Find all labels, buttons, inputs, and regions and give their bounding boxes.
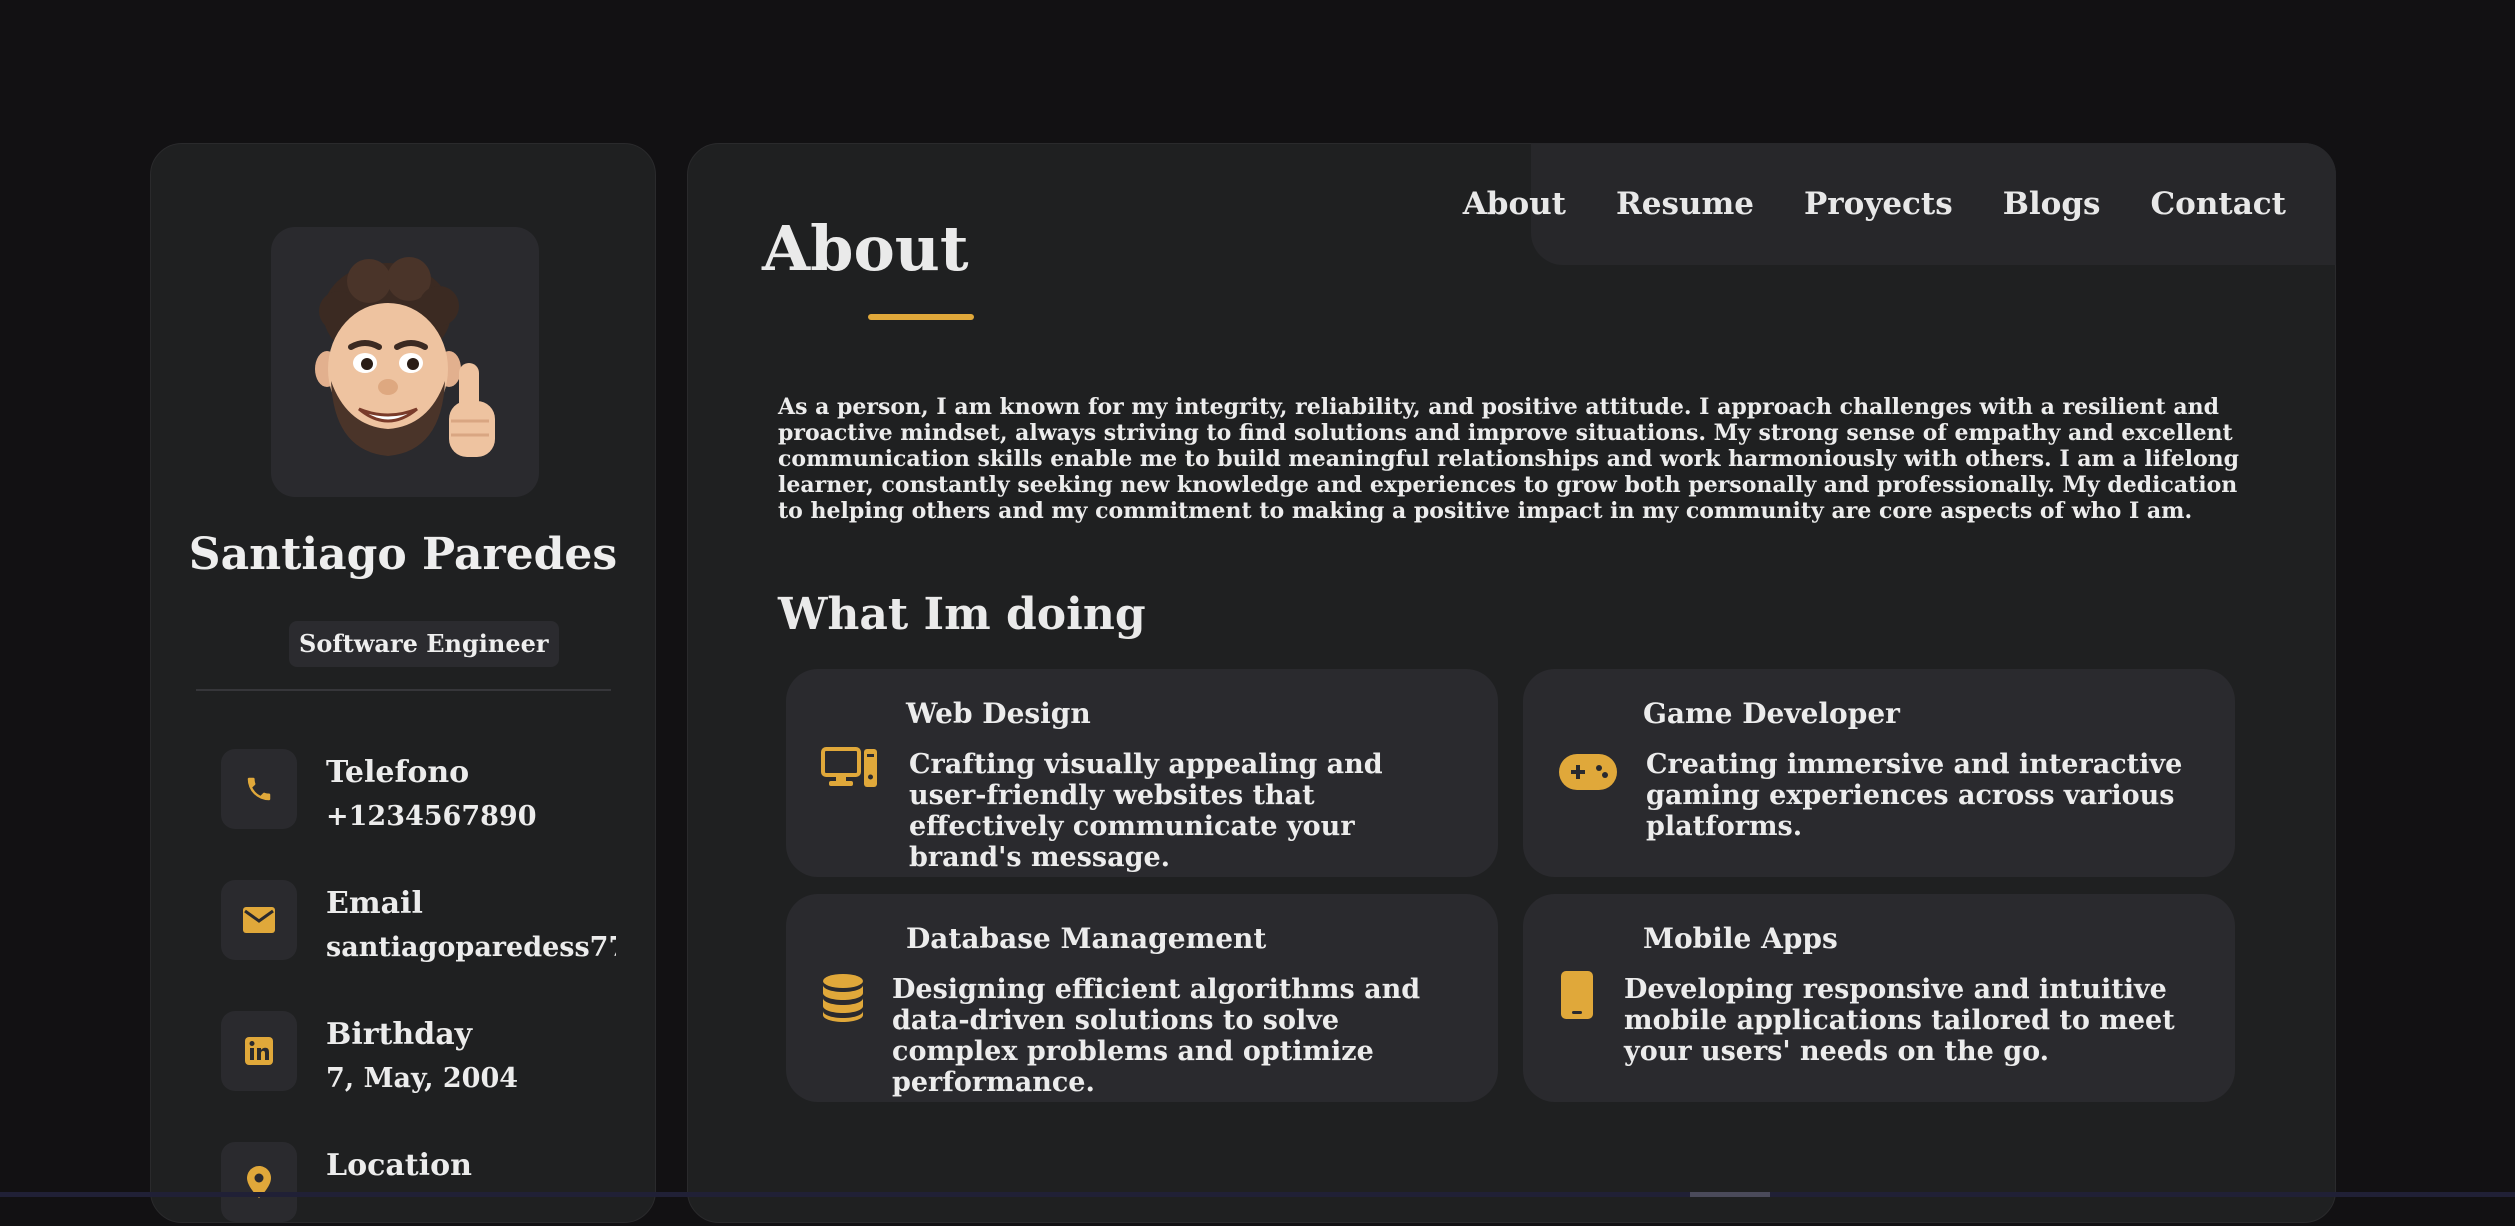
linkedin-icon — [221, 1011, 297, 1091]
phone-icon — [221, 749, 297, 829]
card-title-game-developer: Game Developer — [1643, 697, 1900, 730]
service-card-database: Database Management Designing efficient … — [786, 894, 1498, 1102]
card-title-database: Database Management — [906, 922, 1267, 955]
services-heading: What Im doing — [778, 589, 1146, 640]
nav-blogs[interactable]: Blogs — [2003, 186, 2101, 222]
mobile-phone-icon — [1561, 971, 1593, 1019]
about-paragraph: As a person, I am known for my integrity… — [778, 394, 2239, 524]
envelope-icon — [221, 880, 297, 960]
sidebar-divider — [196, 689, 611, 691]
main-panel: About Resume Proyects Blogs Contact Abou… — [687, 143, 2336, 1223]
birthday-value: 7, May, 2004 — [326, 1063, 519, 1094]
scroll-indicator[interactable] — [1690, 1192, 1770, 1197]
nav-about[interactable]: About — [1463, 186, 1566, 222]
contact-birthday: Birthday 7, May, 2004 — [221, 1011, 641, 1095]
nav-resume[interactable]: Resume — [1616, 186, 1754, 222]
database-icon — [822, 974, 864, 1022]
contact-location: Location — [221, 1142, 641, 1226]
nav-contact[interactable]: Contact — [2151, 186, 2287, 222]
profile-sidebar: Santiago Paredes Software Engineer Telef… — [150, 143, 656, 1223]
page-title: About — [762, 212, 969, 285]
gamepad-icon — [1559, 754, 1617, 790]
nav-projects[interactable]: Proyects — [1804, 186, 1953, 222]
service-card-mobile-apps: Mobile Apps Developing responsive and in… — [1523, 894, 2235, 1102]
location-pin-icon — [221, 1142, 297, 1222]
card-text-game-developer: Creating immersive and interactive gamin… — [1646, 749, 2183, 842]
contact-label-phone: Telefono — [326, 755, 470, 790]
avatar-frame — [271, 227, 539, 497]
desktop-computer-icon — [821, 747, 879, 789]
card-text-mobile-apps: Developing responsive and intuitive mobi… — [1624, 974, 2175, 1067]
profile-name: Santiago Paredes — [188, 529, 618, 580]
card-text-database: Designing efficient algorithms and data-… — [892, 974, 1421, 1098]
service-card-web-design: Web Design Crafting visually appealing a… — [786, 669, 1498, 877]
email-link[interactable]: santiagoparedess777@ — [326, 932, 616, 963]
phone-link[interactable]: +1234567890 — [326, 801, 616, 832]
contact-label-location: Location — [326, 1148, 472, 1183]
contact-email: Email santiagoparedess777@ — [221, 880, 641, 964]
title-underline — [868, 314, 974, 320]
contact-label-email: Email — [326, 886, 423, 921]
card-title-mobile-apps: Mobile Apps — [1643, 922, 1838, 955]
service-card-game-developer: Game Developer Creating immersive and in… — [1523, 669, 2235, 877]
card-text-web-design: Crafting visually appealing and user-fri… — [909, 749, 1383, 873]
contact-label-birthday: Birthday — [326, 1017, 473, 1052]
window-bottom-bar — [0, 1192, 2515, 1197]
contact-phone: Telefono +1234567890 — [221, 749, 641, 833]
avatar — [315, 257, 495, 457]
top-navbar: About Resume Proyects Blogs Contact — [1463, 143, 2336, 265]
job-title-badge: Software Engineer — [289, 621, 559, 667]
card-title-web-design: Web Design — [906, 697, 1091, 730]
